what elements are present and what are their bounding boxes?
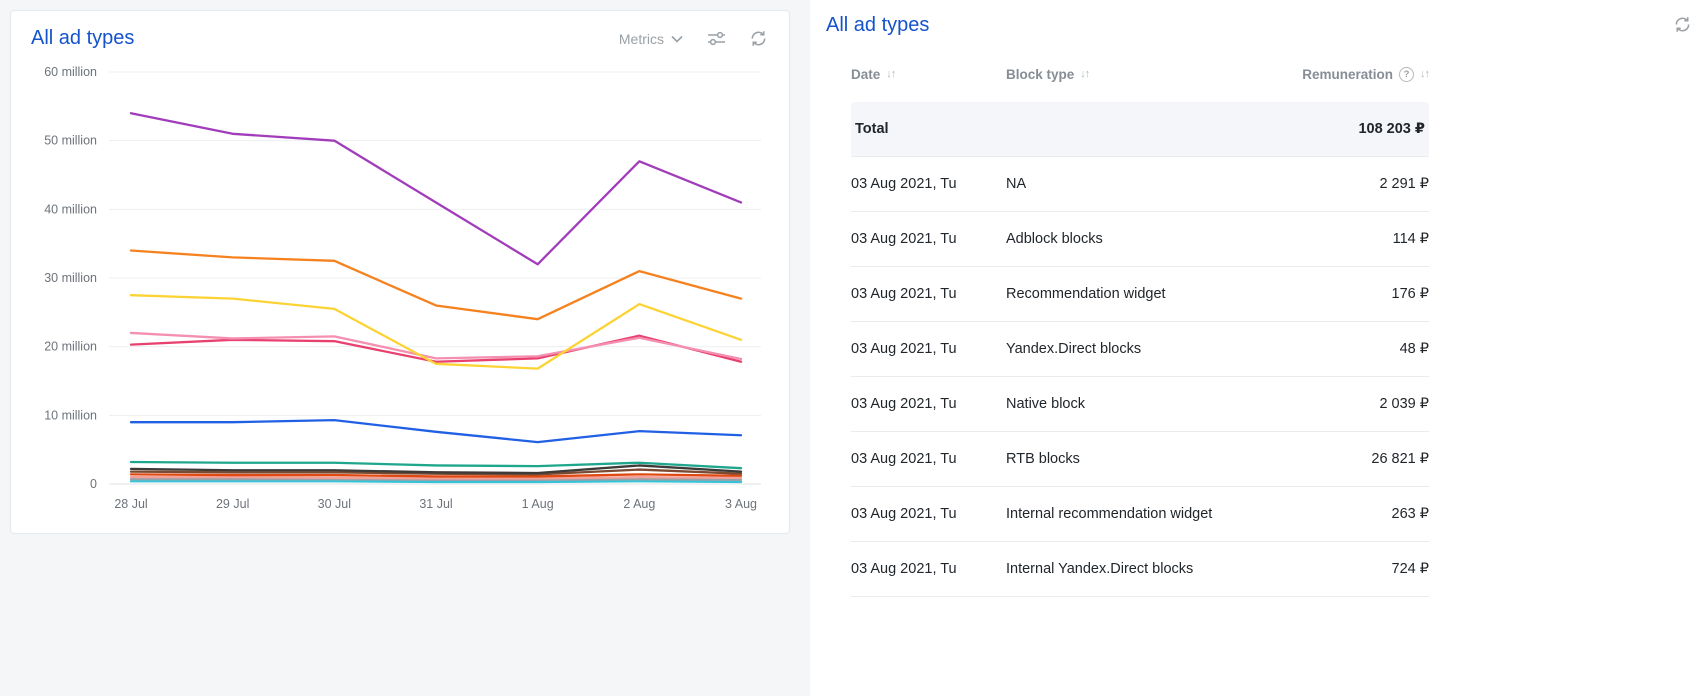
chart-line-blue bbox=[131, 420, 741, 442]
cell-date: 03 Aug 2021, Tu bbox=[851, 212, 1006, 267]
table-title: All ad types bbox=[826, 14, 1687, 37]
cell-block-type: RTB blocks bbox=[1006, 432, 1286, 487]
chart-line-orange bbox=[131, 251, 741, 320]
chart-card-header: All ad types Metrics bbox=[31, 27, 767, 50]
chart-line-cyan bbox=[131, 481, 741, 482]
column-header-block-type[interactable]: Block type ↓↑ bbox=[1006, 53, 1286, 102]
table-row: 03 Aug 2021, Tu RTB blocks 26 821 ₽ bbox=[851, 432, 1429, 487]
sort-icon[interactable]: ↓↑ bbox=[1420, 69, 1429, 80]
y-tick-label: 50 million bbox=[44, 134, 97, 148]
x-tick-label: 30 Jul bbox=[318, 497, 351, 511]
table-panel: All ad types Date ↓↑ bbox=[810, 0, 1703, 696]
cell-date: 03 Aug 2021, Tu bbox=[851, 542, 1006, 597]
cell-date: 03 Aug 2021, Tu bbox=[851, 157, 1006, 212]
chart-line-pink bbox=[131, 333, 741, 359]
x-tick-label: 3 Aug bbox=[725, 497, 757, 511]
cell-remuneration: 176 ₽ bbox=[1286, 267, 1429, 322]
chart-panel: All ad types Metrics bbox=[10, 10, 790, 534]
cell-total-remuneration: 108 203 ₽ bbox=[1286, 102, 1429, 157]
cell-remuneration: 2 291 ₽ bbox=[1286, 157, 1429, 212]
cell-date: 03 Aug 2021, Tu bbox=[851, 432, 1006, 487]
cell-date: 03 Aug 2021, Tu bbox=[851, 377, 1006, 432]
x-tick-label: 1 Aug bbox=[522, 497, 554, 511]
x-tick-label: 2 Aug bbox=[623, 497, 655, 511]
x-tick-label: 28 Jul bbox=[114, 497, 147, 511]
table-body: Total 108 203 ₽ 03 Aug 2021, Tu NA 2 291… bbox=[851, 102, 1429, 597]
chart-controls: Metrics bbox=[619, 30, 767, 47]
table-row: 03 Aug 2021, Tu Yandex.Direct blocks 48 … bbox=[851, 322, 1429, 377]
sort-icon[interactable]: ↓↑ bbox=[886, 69, 895, 80]
chart-line-purple bbox=[131, 113, 741, 264]
column-label: Remuneration bbox=[1302, 67, 1393, 82]
sort-icon[interactable]: ↓↑ bbox=[1080, 69, 1089, 80]
cell-date: 03 Aug 2021, Tu bbox=[851, 322, 1006, 377]
cell-remuneration: 2 039 ₽ bbox=[1286, 377, 1429, 432]
column-header-date[interactable]: Date ↓↑ bbox=[851, 53, 1006, 102]
column-label: Block type bbox=[1006, 67, 1074, 82]
cell-date: 03 Aug 2021, Tu bbox=[851, 487, 1006, 542]
chevron-down-icon bbox=[671, 35, 683, 43]
table-row: 03 Aug 2021, Tu Internal Yandex.Direct b… bbox=[851, 542, 1429, 597]
cell-remuneration: 263 ₽ bbox=[1286, 487, 1429, 542]
y-tick-label: 30 million bbox=[44, 271, 97, 285]
dashboard-page: All ad types Metrics bbox=[0, 0, 1703, 696]
cell-block-type: Internal Yandex.Direct blocks bbox=[1006, 542, 1286, 597]
table-row: 03 Aug 2021, Tu Adblock blocks 114 ₽ bbox=[851, 212, 1429, 267]
cell-remuneration: 724 ₽ bbox=[1286, 542, 1429, 597]
cell-total-block-type bbox=[1006, 102, 1286, 157]
table-row: 03 Aug 2021, Tu NA 2 291 ₽ bbox=[851, 157, 1429, 212]
cell-block-type: Recommendation widget bbox=[1006, 267, 1286, 322]
refresh-icon[interactable] bbox=[750, 30, 767, 47]
table-row: 03 Aug 2021, Tu Recommendation widget 17… bbox=[851, 267, 1429, 322]
cell-block-type: Internal recommendation widget bbox=[1006, 487, 1286, 542]
cell-block-type: Yandex.Direct blocks bbox=[1006, 322, 1286, 377]
cell-total-label: Total bbox=[851, 102, 1006, 157]
table-header-row: Date ↓↑ Block type ↓↑ Remuneration bbox=[851, 53, 1429, 102]
total-row: Total 108 203 ₽ bbox=[851, 102, 1429, 157]
cell-remuneration: 114 ₽ bbox=[1286, 212, 1429, 267]
metrics-dropdown-label: Metrics bbox=[619, 31, 664, 47]
x-tick-label: 29 Jul bbox=[216, 497, 249, 511]
chart-settings-icon[interactable] bbox=[707, 31, 726, 46]
cell-remuneration: 26 821 ₽ bbox=[1286, 432, 1429, 487]
x-tick-label: 31 Jul bbox=[419, 497, 452, 511]
cell-block-type: Native block bbox=[1006, 377, 1286, 432]
table-row: 03 Aug 2021, Tu Native block 2 039 ₽ bbox=[851, 377, 1429, 432]
cell-block-type: NA bbox=[1006, 157, 1286, 212]
y-tick-label: 60 million bbox=[44, 65, 97, 79]
column-header-remuneration[interactable]: Remuneration ? ↓↑ bbox=[1286, 53, 1429, 102]
y-tick-label: 40 million bbox=[44, 202, 97, 216]
table-refresh-icon[interactable] bbox=[1674, 16, 1691, 33]
y-tick-label: 0 bbox=[90, 477, 97, 491]
cell-date: 03 Aug 2021, Tu bbox=[851, 267, 1006, 322]
help-icon[interactable]: ? bbox=[1399, 67, 1414, 82]
chart-area[interactable]: 60 million 50 million 40 million 30 million… bbox=[31, 56, 767, 523]
line-chart: 60 million 50 million 40 million 30 million… bbox=[31, 56, 769, 518]
column-label: Date bbox=[851, 67, 880, 82]
cell-block-type: Adblock blocks bbox=[1006, 212, 1286, 267]
remuneration-table: Date ↓↑ Block type ↓↑ Remuneration bbox=[851, 53, 1429, 597]
table-row: 03 Aug 2021, Tu Internal recommendation … bbox=[851, 487, 1429, 542]
metrics-dropdown[interactable]: Metrics bbox=[619, 31, 683, 47]
cell-remuneration: 48 ₽ bbox=[1286, 322, 1429, 377]
chart-title: All ad types bbox=[31, 27, 134, 50]
y-tick-label: 20 million bbox=[44, 340, 97, 354]
y-tick-label: 10 million bbox=[44, 408, 97, 422]
